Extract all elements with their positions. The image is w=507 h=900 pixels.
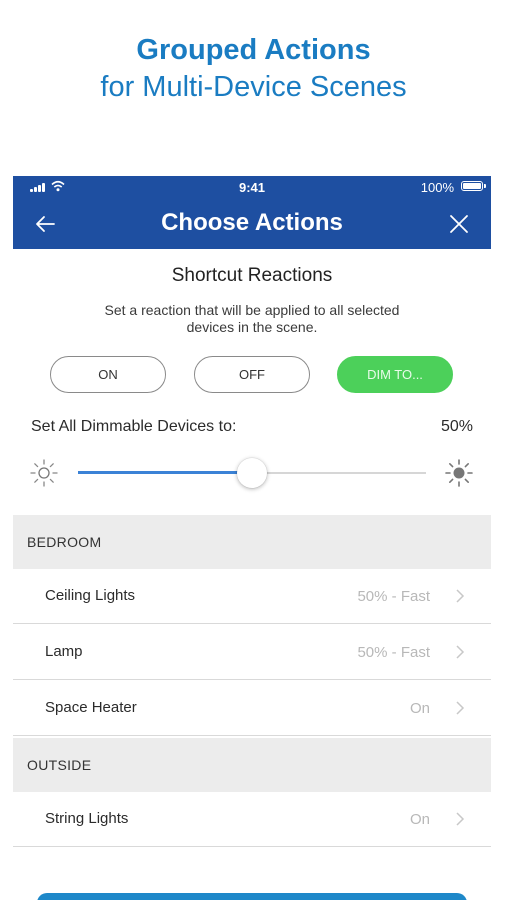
dimmer-label: Set All Dimmable Devices to: [31,418,237,435]
slider-thumb[interactable] [237,458,267,488]
shortcut-description: Set a reaction that will be applied to a… [104,302,400,335]
page-title: Choose Actions [161,209,343,236]
device-row-lamp[interactable]: Lamp 50% - Fast [13,625,491,680]
chevron-right-icon [456,701,465,715]
arrow-left-icon[interactable] [33,212,57,236]
device-action: 50% - Fast [357,644,430,661]
sun-dim-icon [30,459,58,487]
dimmer-slider[interactable] [78,456,426,490]
battery-percent: 100% [420,180,454,195]
device-action: On [409,811,430,828]
battery-icon [461,181,486,191]
promo-subtitle: for Multi-Device Scenes [100,71,407,103]
close-icon[interactable] [447,212,471,236]
slider-fill [78,471,252,474]
group-header-outside: OUTSIDE [13,738,491,792]
status-time: 9:41 [238,180,266,195]
device-name: Lamp [45,643,83,660]
promo-title: Grouped Actions [136,34,371,66]
sun-bright-icon [445,459,473,487]
on-button[interactable]: ON [50,356,166,393]
device-row-string-lights[interactable]: String Lights On [13,792,491,847]
device-action: On [409,700,430,717]
device-name: Space Heater [45,699,137,716]
device-name: Ceiling Lights [45,587,136,604]
group-name: BEDROOM [27,534,102,550]
group-name: OUTSIDE [27,757,92,773]
device-row-ceiling-lights[interactable]: Ceiling Lights 50% - Fast [13,569,491,624]
device-name: String Lights [45,810,129,827]
dimmer-value: 50% [440,418,473,435]
phone-screen: 9:41 100% Choose Actions Shortcut Reacti… [13,176,491,900]
primary-action-button[interactable] [37,893,467,900]
off-button[interactable]: OFF [194,356,310,393]
shortcut-title: Shortcut Reactions [171,265,333,286]
status-bar: 9:41 100% [13,176,491,198]
chevron-right-icon [456,589,465,603]
device-row-space-heater[interactable]: Space Heater On [13,681,491,736]
group-header-bedroom: BEDROOM [13,515,491,569]
dim-to-button[interactable]: DIM TO... [337,356,453,393]
chevron-right-icon [456,812,465,826]
app-header: 9:41 100% Choose Actions [13,176,491,249]
chevron-right-icon [456,645,465,659]
device-action: 50% - Fast [357,588,430,605]
